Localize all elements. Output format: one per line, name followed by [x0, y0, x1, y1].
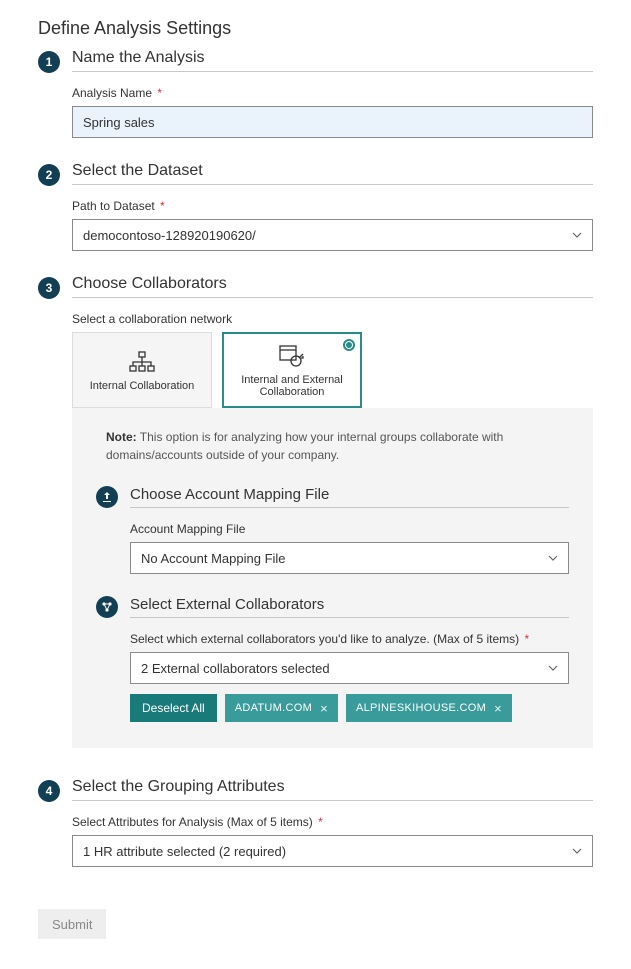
chevron-down-icon — [572, 229, 582, 241]
step-select-dataset: 2 Select the Dataset Path to Dataset * d… — [38, 162, 593, 251]
submit-button[interactable]: Submit — [38, 909, 106, 939]
analysis-name-label: Analysis Name * — [72, 86, 593, 100]
required-asterisk: * — [154, 86, 162, 100]
step-number-4: 4 — [38, 780, 60, 802]
required-asterisk: * — [521, 632, 529, 646]
chip-remove-icon[interactable]: × — [494, 701, 502, 716]
external-collab-icon — [277, 342, 307, 370]
card-internal-external-collaboration[interactable]: Internal and External Collaboration — [222, 332, 362, 408]
external-collab-panel: Note: This option is for analyzing how y… — [72, 408, 593, 748]
grouping-attr-select[interactable]: 1 HR attribute selected (2 required) — [72, 835, 593, 867]
card-internal-label: Internal Collaboration — [90, 380, 195, 392]
step4-heading: Select the Grouping Attributes — [72, 778, 593, 801]
mapping-heading: Choose Account Mapping File — [130, 486, 569, 508]
subsection-external-collaborators: Select External Collaborators Select whi… — [96, 596, 569, 722]
step3-heading: Choose Collaborators — [72, 275, 593, 298]
step2-heading: Select the Dataset — [72, 162, 593, 185]
chip-alpineskihouse: ALPINESKIHOUSE.COM × — [346, 694, 512, 722]
upload-icon — [96, 486, 118, 508]
chevron-down-icon — [572, 845, 582, 857]
step-number-2: 2 — [38, 164, 60, 186]
deselect-all-button[interactable]: Deselect All — [130, 694, 217, 722]
note-text: Note: This option is for analyzing how y… — [96, 428, 569, 464]
chevron-down-icon — [548, 662, 558, 674]
chevron-down-icon — [548, 552, 558, 564]
external-collab-select[interactable]: 2 External collaborators selected — [130, 652, 569, 684]
mapping-file-select[interactable]: No Account Mapping File — [130, 542, 569, 574]
hierarchy-icon — [128, 348, 156, 376]
chip-adatum: ADATUM.COM × — [225, 694, 338, 722]
chip-remove-icon[interactable]: × — [320, 701, 328, 716]
subsection-account-mapping: Choose Account Mapping File Account Mapp… — [96, 486, 569, 574]
required-asterisk: * — [315, 815, 323, 829]
card-internal-collaboration[interactable]: Internal Collaboration — [72, 332, 212, 408]
step-name-analysis: 1 Name the Analysis Analysis Name * — [38, 49, 593, 138]
step-number-3: 3 — [38, 277, 60, 299]
step1-heading: Name the Analysis — [72, 49, 593, 72]
step-choose-collaborators: 3 Choose Collaborators Select a collabor… — [38, 275, 593, 748]
card-both-label: Internal and External Collaboration — [230, 374, 354, 398]
grouping-attr-label: Select Attributes for Analysis (Max of 5… — [72, 815, 593, 829]
mapping-file-label: Account Mapping File — [130, 522, 569, 536]
external-heading: Select External Collaborators — [130, 596, 569, 618]
collab-network-label: Select a collaboration network — [72, 312, 593, 326]
step-grouping-attributes: 4 Select the Grouping Attributes Select … — [38, 778, 593, 867]
page-title: Define Analysis Settings — [38, 18, 593, 39]
analysis-name-input[interactable] — [72, 106, 593, 138]
external-collab-label: Select which external collaborators you'… — [130, 632, 569, 646]
step-number-1: 1 — [38, 51, 60, 73]
required-asterisk: * — [157, 199, 165, 213]
network-icon — [96, 596, 118, 618]
dataset-path-select[interactable]: democontoso-128920190620/ — [72, 219, 593, 251]
dataset-path-label: Path to Dataset * — [72, 199, 593, 213]
selected-radio-icon — [343, 339, 355, 351]
